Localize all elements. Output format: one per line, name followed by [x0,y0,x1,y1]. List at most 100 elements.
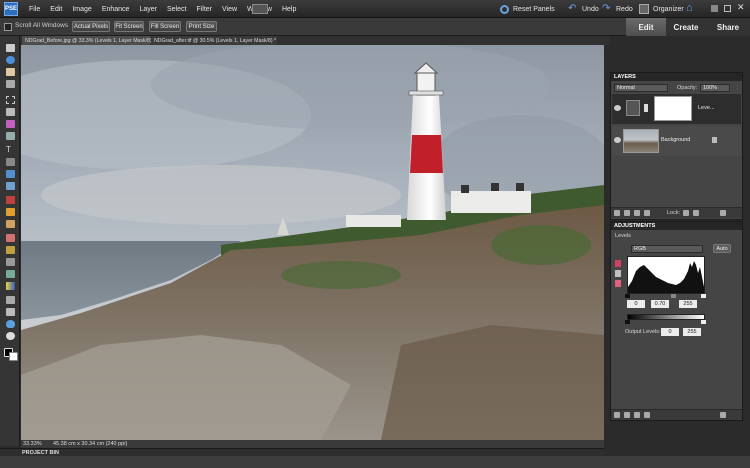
smart-brush-tool-icon[interactable] [6,258,15,266]
eye-icon[interactable] [614,137,621,143]
close-icon[interactable]: ✕ [737,2,746,13]
bottom-bar [0,456,750,468]
fit-screen-button[interactable]: Fit Screen [114,21,144,32]
opacity-field[interactable]: 100% [700,84,730,92]
magic-wand-tool-icon[interactable] [6,120,15,128]
reset-panels-icon [500,4,509,14]
brush-tool-icon[interactable] [6,246,15,254]
trash-icon[interactable] [720,412,726,418]
quick-selection-tool-icon[interactable] [6,132,15,140]
home-icon[interactable]: ⌂ [686,3,697,14]
shape-tool-icon[interactable] [6,296,15,304]
add-mask-icon[interactable] [634,210,640,216]
reset-icon[interactable] [644,412,650,418]
arrange-documents-icon[interactable] [252,4,268,14]
link-icon [644,104,648,112]
line-tool-icon[interactable] [6,308,15,316]
layer-row-levels[interactable]: Leve... [612,94,741,124]
lock-all-icon[interactable] [693,210,699,216]
paint-bucket-tool-icon[interactable] [6,270,15,278]
clone-stamp-tool-icon[interactable] [6,220,15,228]
organizer-button[interactable]: Organizer [639,0,684,18]
input-black-field[interactable]: 0 [627,300,645,308]
layer-mask-thumbnail[interactable] [654,96,692,121]
gray-point-eyedropper-icon[interactable] [615,270,621,277]
menu-select[interactable]: Select [162,6,191,13]
blend-mode-select[interactable]: Normal [614,84,668,92]
input-white-slider[interactable] [701,294,706,298]
layer-row-background[interactable]: Background [612,126,741,156]
tab-edit[interactable]: Edit [626,18,666,36]
move-tool-icon[interactable] [6,44,15,52]
scroll-all-checkbox[interactable] [4,23,12,31]
undo-button[interactable]: ↶ Undo [568,0,599,18]
zoom-tool-icon[interactable] [6,56,15,64]
reset-panels-button[interactable]: Reset Panels [500,0,555,18]
fill-screen-button[interactable]: Fill Screen [149,21,181,32]
gradient-tool-icon[interactable] [6,282,15,290]
menu-layer[interactable]: Layer [134,6,162,13]
layer-name: Leve... [698,105,715,111]
menu-filter[interactable]: Filter [191,6,217,13]
channel-select[interactable]: RGB [631,245,703,253]
tab-share[interactable]: Share [706,18,750,36]
marquee-tool-icon[interactable] [6,96,15,104]
background-thumbnail [623,129,659,153]
input-gamma-field[interactable]: 0.70 [651,300,669,308]
new-adjustment-layer-icon[interactable] [624,210,630,216]
red-eye-tool-icon[interactable] [6,196,15,204]
menu-view[interactable]: View [217,6,242,13]
document-tab-before[interactable]: NDGrad_Before.jpg @ 33.3% (Levels 1, Lay… [22,36,155,45]
white-point-eyedropper-icon[interactable] [615,280,621,287]
straighten-tool-icon[interactable] [6,182,15,190]
organizer-icon [639,4,649,14]
image-canvas[interactable] [21,45,604,440]
sponge-tool-icon[interactable] [6,332,15,340]
blur-tool-icon[interactable] [6,320,15,328]
eraser-tool-icon[interactable] [6,234,15,242]
input-white-field[interactable]: 255 [679,300,697,308]
output-white-slider[interactable] [701,320,706,324]
output-black-slider[interactable] [625,320,630,324]
output-gradient [627,314,705,320]
black-point-eyedropper-icon[interactable] [615,260,621,267]
menu-image[interactable]: Image [67,6,96,13]
return-icon[interactable] [614,412,620,418]
minimize-icon[interactable] [711,5,718,12]
input-black-slider[interactable] [625,294,630,298]
actual-pixels-button[interactable]: Actual Pixels [72,21,110,32]
lasso-tool-icon[interactable] [6,108,15,116]
visibility-icon[interactable] [634,412,640,418]
print-size-button[interactable]: Print Size [186,21,217,32]
auto-button[interactable]: Auto [713,244,731,253]
input-gamma-slider[interactable] [671,294,676,298]
crop-tool-icon[interactable] [6,158,15,166]
output-black-field[interactable]: 0 [661,328,679,336]
eyedropper-tool-icon[interactable] [6,80,15,88]
menu-enhance[interactable]: Enhance [97,6,135,13]
cookie-cutter-tool-icon[interactable] [6,170,15,178]
menu-help[interactable]: Help [277,6,301,13]
new-layer-icon[interactable] [614,210,620,216]
maximize-icon[interactable] [724,5,731,12]
redo-button[interactable]: ↷ Redo [602,0,633,18]
lock-label: Lock: [667,210,681,216]
levels-adjustment-icon [626,100,640,116]
document-tab-after[interactable]: NDGrad_after.tif @ 30.5% (Levels 1, Laye… [151,36,277,45]
hand-tool-icon[interactable] [6,68,15,76]
menu-edit[interactable]: Edit [45,6,67,13]
healing-brush-tool-icon[interactable] [6,208,15,216]
opacity-label: Opacity: [677,85,698,91]
menu-file[interactable]: File [24,6,45,13]
link-layers-icon[interactable] [644,210,650,216]
background-color-swatch[interactable] [9,352,18,361]
trash-icon[interactable] [720,210,726,216]
lock-transparent-icon[interactable] [683,210,689,216]
output-levels-label: Output Levels: [625,329,661,335]
tab-create[interactable]: Create [666,18,706,36]
output-white-field[interactable]: 255 [683,328,701,336]
type-tool-icon[interactable]: T [6,146,15,154]
eye-icon[interactable] [614,105,621,111]
zoom-level[interactable]: 33.33% [23,441,42,447]
clip-to-layer-icon[interactable] [624,412,630,418]
